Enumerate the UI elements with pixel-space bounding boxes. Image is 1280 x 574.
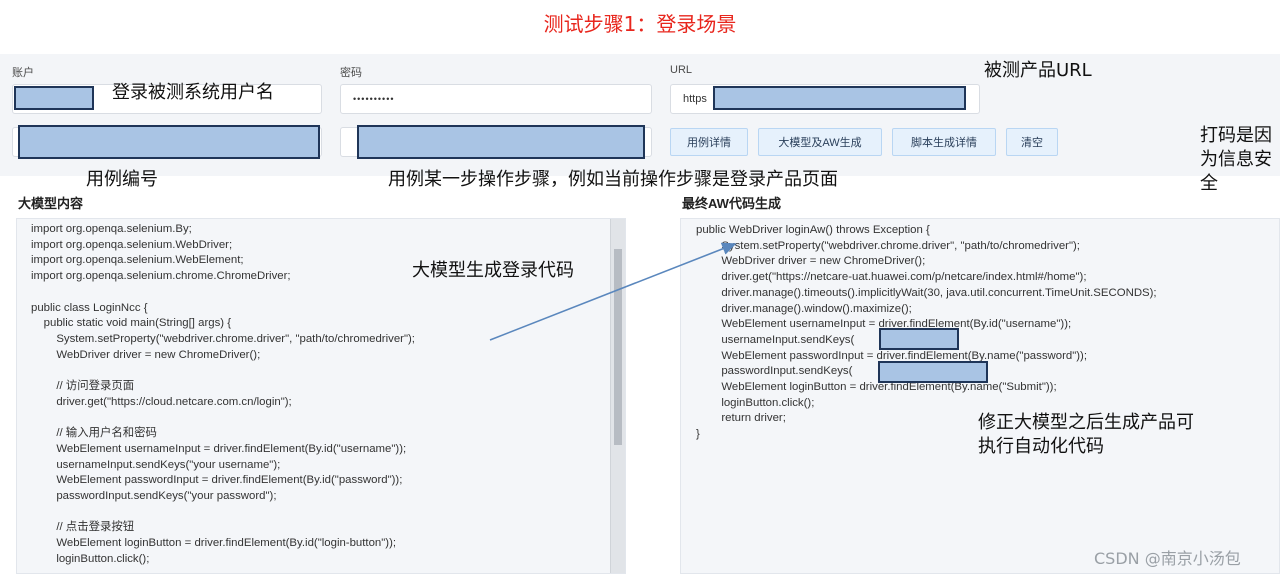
arrow-annotation (489, 242, 737, 341)
arrow-line (489, 242, 737, 341)
csdn-watermark: CSDN @南京小汤包 (1094, 549, 1241, 568)
